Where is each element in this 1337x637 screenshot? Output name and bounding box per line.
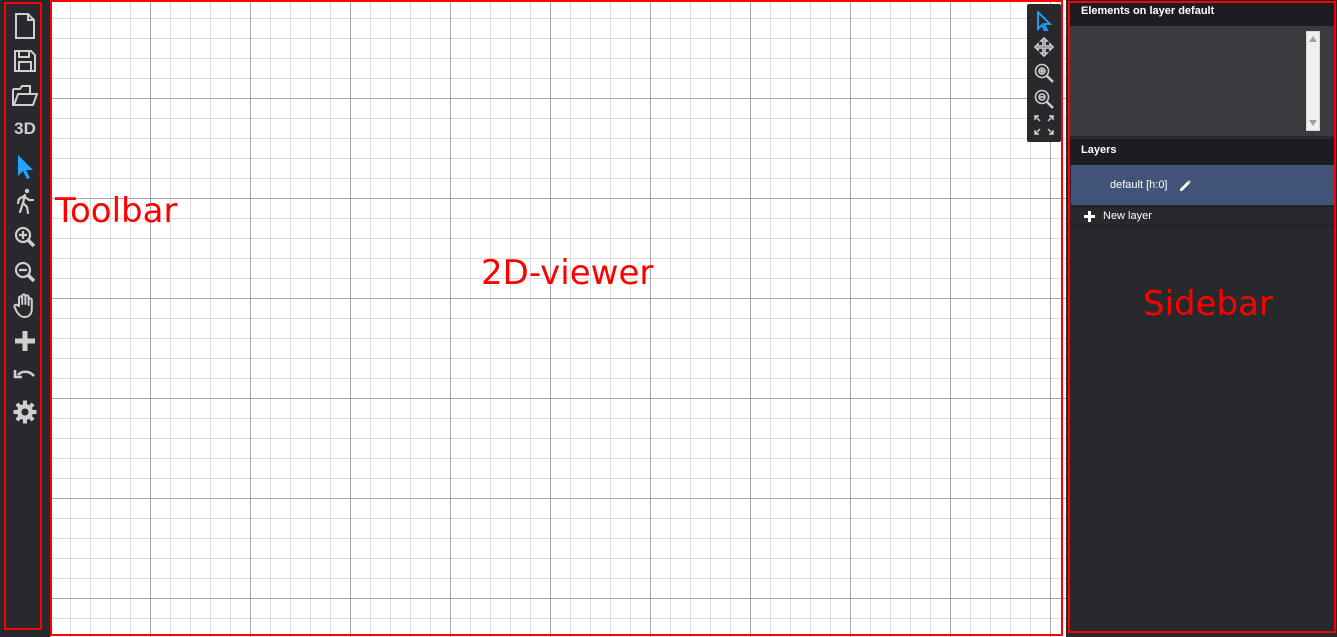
zoom-in-icon[interactable] xyxy=(1033,62,1055,84)
scroll-down-icon[interactable] xyxy=(1309,120,1317,126)
pencil-edit-icon[interactable] xyxy=(1179,179,1192,192)
sidebar-annotation-label: Sidebar xyxy=(1143,284,1273,324)
new-layer-button[interactable]: New layer xyxy=(1071,206,1334,226)
open-folder-icon[interactable] xyxy=(10,81,40,111)
add-icon[interactable] xyxy=(10,326,40,356)
new-file-icon[interactable] xyxy=(10,11,40,41)
toolbar-annotation-label: Toolbar xyxy=(55,191,178,231)
elements-list[interactable] xyxy=(1070,26,1334,136)
zoom-out-icon[interactable] xyxy=(10,257,40,287)
view-3d-label: 3D xyxy=(14,119,36,138)
save-icon[interactable] xyxy=(10,46,40,76)
zoom-in-icon[interactable] xyxy=(10,222,40,252)
select-pointer-icon[interactable] xyxy=(10,152,40,182)
zoom-out-icon[interactable] xyxy=(1033,88,1055,110)
pan-move-icon[interactable] xyxy=(1033,36,1055,58)
undo-icon[interactable] xyxy=(10,362,40,392)
view-3d-button[interactable]: 3D xyxy=(10,114,40,144)
plus-icon xyxy=(1084,210,1095,222)
viewer-controls xyxy=(1027,4,1061,142)
scroll-up-icon[interactable] xyxy=(1309,36,1317,42)
pointer-icon[interactable] xyxy=(1033,10,1055,32)
elements-scrollbar[interactable] xyxy=(1306,31,1320,131)
layer-row-default[interactable]: default [h:0] xyxy=(1071,165,1334,205)
viewer-annotation-label: 2D-viewer xyxy=(481,253,654,293)
toolbar: 3D xyxy=(0,0,50,637)
elements-panel-title: Elements on layer default xyxy=(1070,0,1334,26)
pan-hand-icon[interactable] xyxy=(10,291,40,321)
2d-viewer-canvas[interactable] xyxy=(50,0,1066,637)
fit-screen-icon[interactable] xyxy=(1033,114,1055,136)
settings-gear-icon[interactable] xyxy=(10,397,40,427)
walk-icon[interactable] xyxy=(10,186,40,216)
new-layer-label: New layer xyxy=(1103,210,1152,222)
layer-label: default [h:0] xyxy=(1110,179,1168,191)
layers-panel-title: Layers xyxy=(1070,139,1334,165)
